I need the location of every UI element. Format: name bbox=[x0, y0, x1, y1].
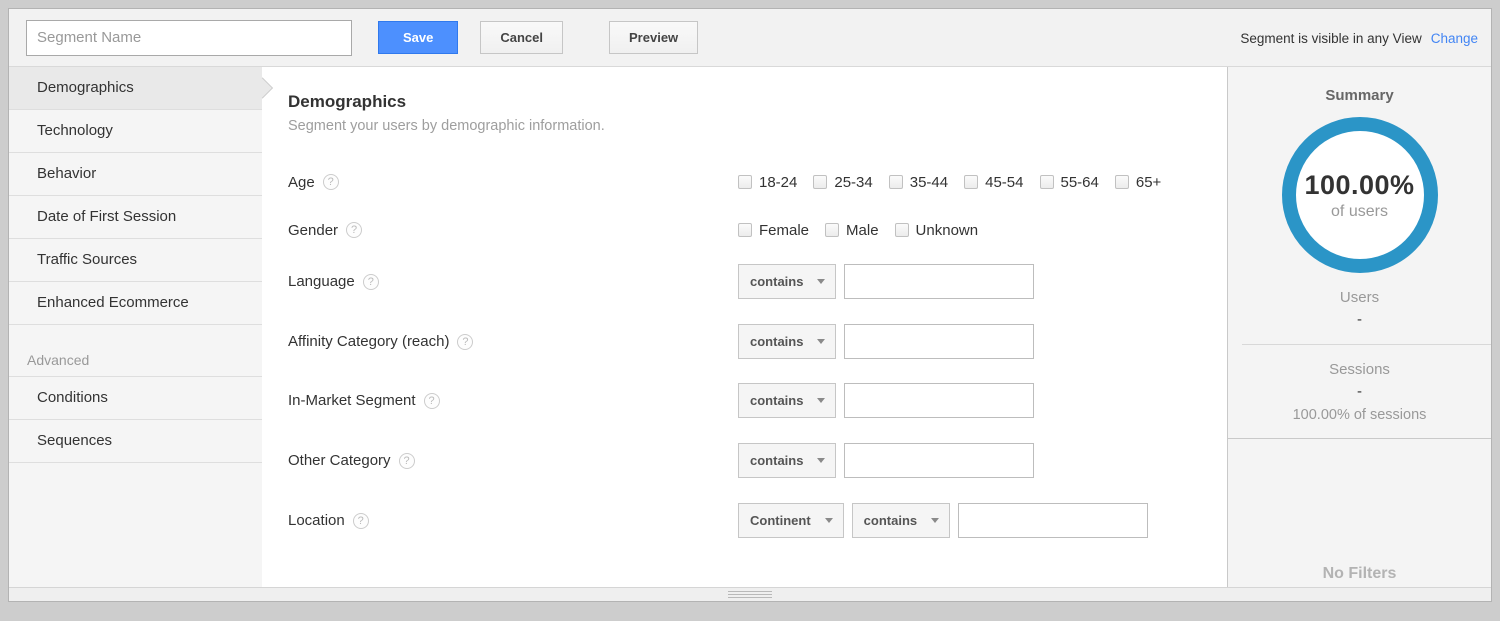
in-market-segment-label: In-Market Segment bbox=[288, 392, 416, 409]
location-operator-value: contains bbox=[864, 513, 917, 528]
age-18-24-label: 18-24 bbox=[759, 174, 797, 191]
segment-visibility-area: Segment is visible in any View Change bbox=[1240, 9, 1478, 67]
grip-icon bbox=[728, 591, 772, 598]
age-55-64-checkbox[interactable] bbox=[1040, 175, 1054, 189]
users-value: - bbox=[1228, 311, 1491, 328]
summary-panel: Summary 100.00% of users Users - Session… bbox=[1227, 67, 1491, 589]
affinity-category-help-icon[interactable]: ? bbox=[457, 334, 473, 350]
save-button[interactable]: Save bbox=[378, 21, 458, 54]
other-category-value-input[interactable] bbox=[844, 443, 1034, 478]
panel-resize-handle[interactable] bbox=[9, 587, 1491, 601]
age-label: Age bbox=[288, 174, 315, 191]
affinity-value-input[interactable] bbox=[844, 324, 1034, 359]
demographics-form: Demographics Segment your users by demog… bbox=[262, 67, 1227, 589]
sidebar-item-date-of-first-session[interactable]: Date of First Session bbox=[9, 196, 262, 239]
language-label: Language bbox=[288, 273, 355, 290]
age-25-34-checkbox[interactable] bbox=[813, 175, 827, 189]
age-65plus-checkbox[interactable] bbox=[1115, 175, 1129, 189]
users-percentage-ring: 100.00% of users bbox=[1282, 117, 1438, 273]
chevron-down-icon bbox=[817, 458, 825, 463]
gender-row: Gender ? Female Male Unknown bbox=[288, 218, 1227, 242]
affinity-category-row: Affinity Category (reach) ? contains bbox=[288, 324, 1227, 359]
other-category-operator-dropdown[interactable]: contains bbox=[738, 443, 836, 478]
chevron-down-icon bbox=[825, 518, 833, 523]
location-help-icon[interactable]: ? bbox=[353, 513, 369, 529]
location-dimension-value: Continent bbox=[750, 513, 811, 528]
users-label: Users bbox=[1228, 289, 1491, 306]
sidebar-item-sequences[interactable]: Sequences bbox=[9, 420, 262, 463]
affinity-operator-value: contains bbox=[750, 334, 803, 349]
summary-title: Summary bbox=[1228, 87, 1491, 104]
segment-builder-panel: Save Cancel Preview Segment is visible i… bbox=[8, 8, 1492, 602]
gender-help-icon[interactable]: ? bbox=[346, 222, 362, 238]
gender-unknown-label: Unknown bbox=[916, 222, 979, 239]
change-visibility-link[interactable]: Change bbox=[1431, 31, 1478, 46]
other-category-label: Other Category bbox=[288, 452, 391, 469]
chevron-down-icon bbox=[817, 398, 825, 403]
users-percentage-caption: of users bbox=[1331, 203, 1388, 221]
age-18-24-checkbox[interactable] bbox=[738, 175, 752, 189]
chevron-down-icon bbox=[931, 518, 939, 523]
other-category-help-icon[interactable]: ? bbox=[399, 453, 415, 469]
gender-male-label: Male bbox=[846, 222, 879, 239]
age-45-54-checkbox[interactable] bbox=[964, 175, 978, 189]
gender-female-label: Female bbox=[759, 222, 809, 239]
gender-female-checkbox[interactable] bbox=[738, 223, 752, 237]
gender-male-checkbox[interactable] bbox=[825, 223, 839, 237]
in-market-segment-row: In-Market Segment ? contains bbox=[288, 383, 1227, 418]
summary-divider bbox=[1228, 438, 1491, 439]
page-subtitle: Segment your users by demographic inform… bbox=[288, 118, 1227, 134]
users-percentage-value: 100.00% bbox=[1304, 170, 1414, 201]
language-value-input[interactable] bbox=[844, 264, 1034, 299]
location-row: Location ? Continent contains bbox=[288, 503, 1227, 538]
chevron-down-icon bbox=[817, 339, 825, 344]
preview-button[interactable]: Preview bbox=[609, 21, 698, 54]
age-65plus-label: 65+ bbox=[1136, 174, 1161, 191]
gender-label: Gender bbox=[288, 222, 338, 239]
location-label: Location bbox=[288, 512, 345, 529]
summary-divider bbox=[1242, 344, 1491, 345]
sidebar-item-conditions[interactable]: Conditions bbox=[9, 377, 262, 420]
sessions-percent: 100.00% of sessions bbox=[1228, 407, 1491, 423]
in-market-operator-dropdown[interactable]: contains bbox=[738, 383, 836, 418]
chevron-down-icon bbox=[817, 279, 825, 284]
cancel-button[interactable]: Cancel bbox=[480, 21, 563, 54]
age-35-44-checkbox[interactable] bbox=[889, 175, 903, 189]
language-operator-dropdown[interactable]: contains bbox=[738, 264, 836, 299]
age-row: Age ? 18-24 25-34 35-44 45-54 55-64 65+ bbox=[288, 170, 1227, 194]
segment-category-sidebar: Demographics Technology Behavior Date of… bbox=[9, 67, 262, 589]
topbar: Save Cancel Preview Segment is visible i… bbox=[9, 9, 1491, 67]
location-value-input[interactable] bbox=[958, 503, 1148, 538]
sidebar-item-technology[interactable]: Technology bbox=[9, 110, 262, 153]
age-25-34-label: 25-34 bbox=[834, 174, 872, 191]
no-filters-label: No Filters bbox=[1228, 565, 1491, 583]
other-category-row: Other Category ? contains bbox=[288, 443, 1227, 478]
age-35-44-label: 35-44 bbox=[910, 174, 948, 191]
language-help-icon[interactable]: ? bbox=[363, 274, 379, 290]
sidebar-item-behavior[interactable]: Behavior bbox=[9, 153, 262, 196]
page-title: Demographics bbox=[288, 92, 1227, 112]
language-row: Language ? contains bbox=[288, 264, 1227, 299]
sidebar-advanced-section-label: Advanced bbox=[9, 325, 262, 377]
gender-unknown-checkbox[interactable] bbox=[895, 223, 909, 237]
location-dimension-dropdown[interactable]: Continent bbox=[738, 503, 844, 538]
location-operator-dropdown[interactable]: contains bbox=[852, 503, 950, 538]
sessions-value: - bbox=[1228, 383, 1491, 400]
segment-name-input[interactable] bbox=[26, 20, 352, 56]
language-operator-value: contains bbox=[750, 274, 803, 289]
affinity-category-label: Affinity Category (reach) bbox=[288, 333, 449, 350]
sidebar-item-traffic-sources[interactable]: Traffic Sources bbox=[9, 239, 262, 282]
segment-visibility-text: Segment is visible in any View bbox=[1240, 31, 1421, 46]
sidebar-item-demographics[interactable]: Demographics bbox=[9, 67, 262, 110]
age-help-icon[interactable]: ? bbox=[323, 174, 339, 190]
in-market-help-icon[interactable]: ? bbox=[424, 393, 440, 409]
sessions-label: Sessions bbox=[1228, 361, 1491, 378]
in-market-operator-value: contains bbox=[750, 393, 803, 408]
sidebar-item-enhanced-ecommerce[interactable]: Enhanced Ecommerce bbox=[9, 282, 262, 325]
in-market-value-input[interactable] bbox=[844, 383, 1034, 418]
other-category-operator-value: contains bbox=[750, 453, 803, 468]
affinity-operator-dropdown[interactable]: contains bbox=[738, 324, 836, 359]
age-45-54-label: 45-54 bbox=[985, 174, 1023, 191]
age-55-64-label: 55-64 bbox=[1061, 174, 1099, 191]
